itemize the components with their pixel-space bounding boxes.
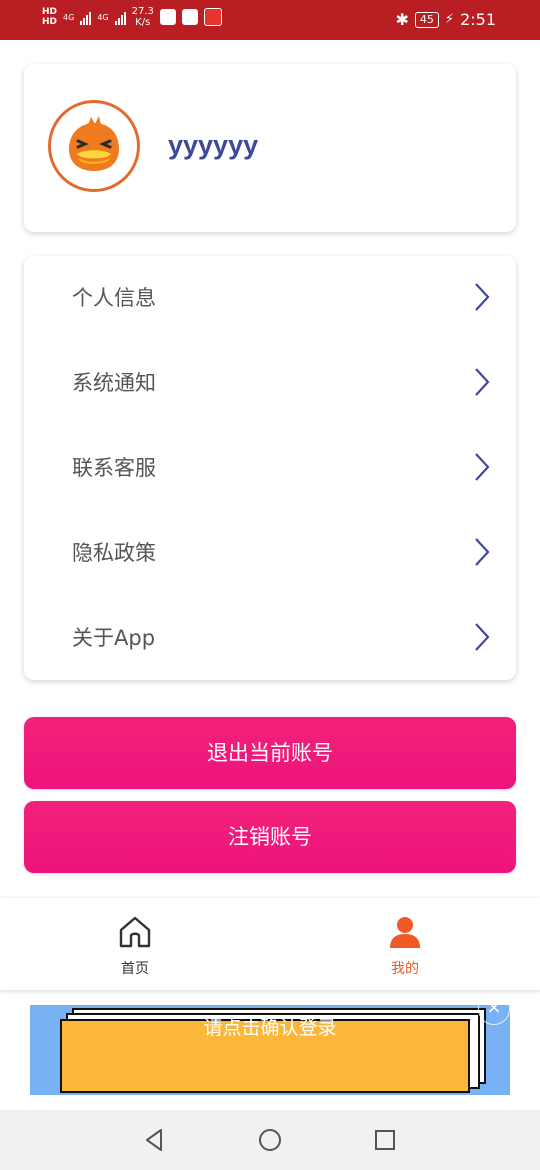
status-bar: HD HD 4G 4G 27.3 K/s ✱ 45 ⚡ 2:51 — [0, 0, 540, 40]
chevron-right-icon — [475, 368, 490, 396]
network-speed: 27.3 K/s — [131, 6, 154, 28]
battery-icon: 45 — [414, 11, 439, 28]
clock: 2:51 — [460, 10, 496, 29]
username: yyyyyy — [168, 130, 259, 160]
menu-item-system-notice[interactable]: 系统通知 — [24, 341, 516, 426]
music-notification-icon — [181, 9, 198, 25]
user-icon — [390, 917, 420, 948]
status-left: HD HD 4G 4G 27.3 K/s — [42, 6, 222, 28]
menu-item-contact-support[interactable]: 联系客服 — [24, 426, 516, 511]
menu-item-label: 系统通知 — [72, 371, 156, 395]
tab-mine[interactable]: 我的 — [270, 898, 540, 990]
recent-apps-icon[interactable] — [371, 1126, 399, 1154]
tab-mine-label: 我的 — [391, 961, 419, 977]
bottom-tab-bar: 首页 我的 — [0, 898, 540, 990]
menu-item-personal-info[interactable]: 个人信息 — [24, 256, 516, 341]
home-icon — [119, 916, 151, 948]
charging-icon: ⚡ — [444, 12, 455, 27]
menu-item-label: 隐私政策 — [72, 541, 156, 565]
menu-item-label: 个人信息 — [72, 286, 156, 310]
ad-text: 请点击确认登录 — [203, 1017, 337, 1039]
app-notification-icon — [159, 9, 176, 25]
chevron-right-icon — [475, 453, 490, 481]
chevron-right-icon — [475, 623, 490, 651]
tab-home-label: 首页 — [121, 961, 149, 977]
hd-indicator: HD HD — [42, 7, 58, 27]
menu-item-about-app[interactable]: 关于App — [24, 596, 516, 681]
system-nav-bar — [0, 1110, 540, 1170]
video-notification-icon — [203, 8, 222, 26]
network-type-2: 4G — [97, 12, 109, 22]
network-type-1: 4G — [63, 12, 75, 22]
bluetooth-icon: ✱ — [395, 10, 409, 29]
duck-face-icon — [69, 116, 119, 171]
cancel-account-button[interactable]: 注销账号 — [24, 801, 516, 873]
status-right: ✱ 45 ⚡ 2:51 — [396, 10, 496, 29]
chevron-right-icon — [475, 538, 490, 566]
tab-home[interactable]: 首页 — [0, 898, 270, 990]
menu-item-label: 联系客服 — [72, 456, 156, 480]
profile-card[interactable]: yyyyyy — [24, 64, 516, 232]
menu-item-label: 关于App — [72, 626, 156, 650]
avatar[interactable] — [48, 100, 140, 192]
settings-menu: 个人信息 系统通知 联系客服 隐私政策 关于App — [24, 256, 516, 680]
back-icon[interactable] — [141, 1126, 169, 1154]
ad-banner[interactable]: 请点击确认登录 × — [30, 1005, 510, 1095]
menu-item-privacy-policy[interactable]: 隐私政策 — [24, 511, 516, 596]
chevron-right-icon — [475, 283, 490, 311]
logout-button[interactable]: 退出当前账号 — [24, 717, 516, 789]
signal-icon — [80, 9, 92, 25]
home-nav-icon[interactable] — [256, 1126, 284, 1154]
signal-icon-2 — [114, 9, 126, 25]
